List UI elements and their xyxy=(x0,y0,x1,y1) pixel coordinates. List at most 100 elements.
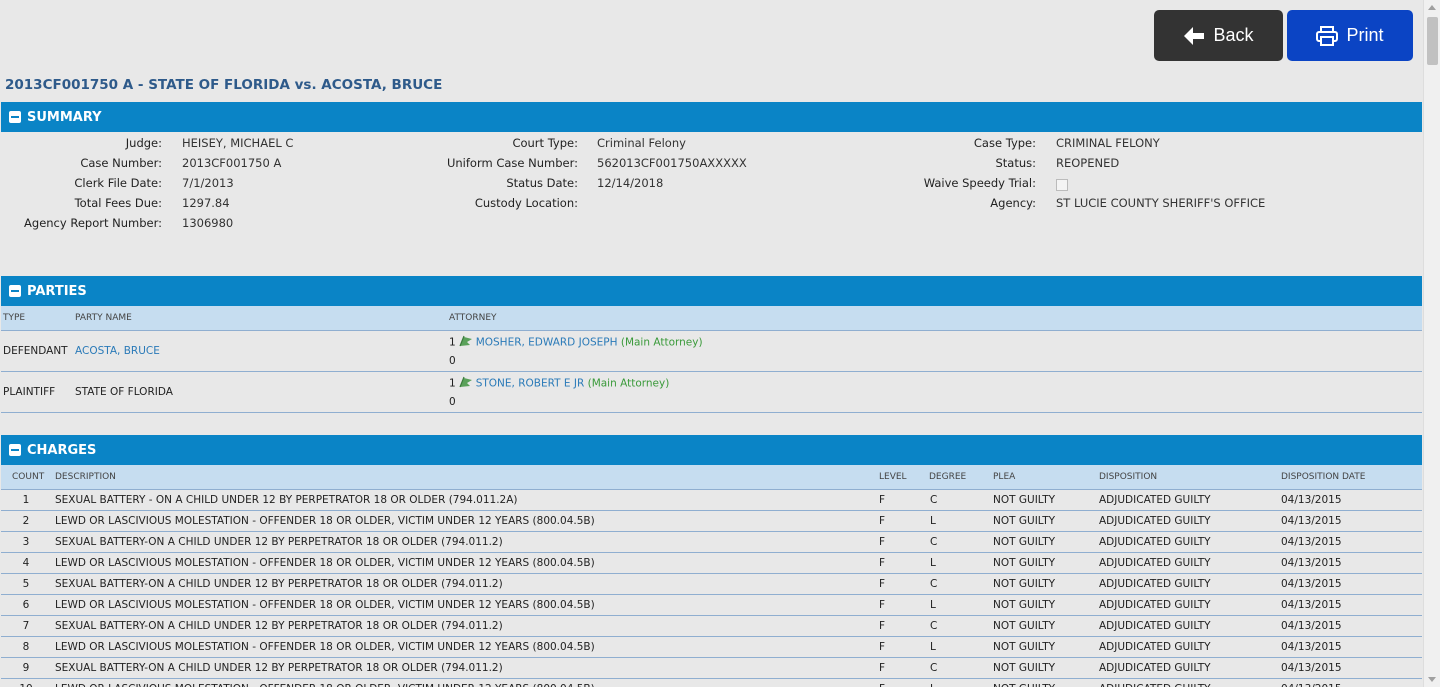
summary-label: Status: xyxy=(995,156,1036,170)
charges-section: CHARGES COUNT DESCRIPTION LEVEL DEGREE P… xyxy=(1,435,1422,687)
charge-disposition: ADJUDICATED GUILTY xyxy=(1099,578,1211,590)
party-name: STATE OF FLORIDA xyxy=(75,386,173,398)
summary-value: Criminal Felony xyxy=(597,136,686,150)
charge-count: 5 xyxy=(22,578,30,590)
charge-count: 7 xyxy=(22,620,30,632)
charges-table-header: COUNT DESCRIPTION LEVEL DEGREE PLEA DISP… xyxy=(1,465,1422,490)
charge-disposition-date: 04/13/2015 xyxy=(1281,494,1342,506)
summary-label: Clerk File Date: xyxy=(74,176,162,190)
column-header-disposition-date[interactable]: DISPOSITION DATE xyxy=(1281,472,1365,482)
column-header-type[interactable]: TYPE xyxy=(3,313,25,323)
summary-value: CRIMINAL FELONY xyxy=(1056,136,1160,150)
attorney-name[interactable]: MOSHER, EDWARD JOSEPH xyxy=(476,337,618,349)
charge-plea: NOT GUILTY xyxy=(993,515,1056,527)
charge-plea: NOT GUILTY xyxy=(993,641,1056,653)
charge-degree: C xyxy=(930,536,938,548)
charge-count: 2 xyxy=(22,515,30,527)
charge-disposition-date: 04/13/2015 xyxy=(1281,683,1342,687)
charge-plea: NOT GUILTY xyxy=(993,557,1056,569)
summary-header-label: SUMMARY xyxy=(27,109,102,125)
charge-disposition-date: 04/13/2015 xyxy=(1281,620,1342,632)
charge-disposition: ADJUDICATED GUILTY xyxy=(1099,620,1211,632)
parties-header[interactable]: PARTIES xyxy=(1,276,1422,306)
charge-level: F xyxy=(879,578,886,590)
charges-header-label: CHARGES xyxy=(27,442,97,458)
table-row: 1 SEXUAL BATTERY - ON A CHILD UNDER 12 BY… xyxy=(1,490,1422,511)
charge-description: LEWD OR LASCIVIOUS MOLESTATION - OFFENDE… xyxy=(55,599,595,611)
charge-disposition: ADJUDICATED GUILTY xyxy=(1099,599,1211,611)
scroll-up-icon[interactable] xyxy=(1428,5,1436,10)
charge-disposition-date: 04/13/2015 xyxy=(1281,641,1342,653)
charge-degree: L xyxy=(930,641,936,653)
charge-disposition: ADJUDICATED GUILTY xyxy=(1099,557,1211,569)
attorney-count: 0 xyxy=(449,355,456,367)
charge-description: SEXUAL BATTERY-ON A CHILD UNDER 12 BY PE… xyxy=(55,536,503,548)
charge-description: LEWD OR LASCIVIOUS MOLESTATION - OFFENDE… xyxy=(55,515,595,527)
summary-value: 2013CF001750 A xyxy=(182,156,282,170)
column-header-attorney[interactable]: ATTORNEY xyxy=(449,313,497,323)
summary-value: 1306980 xyxy=(182,216,234,230)
column-header-level[interactable]: LEVEL xyxy=(879,472,907,482)
parties-table-header: TYPE PARTY NAME ATTORNEY xyxy=(1,306,1422,331)
printer-icon xyxy=(1316,25,1339,46)
vertical-scrollbar[interactable] xyxy=(1423,0,1440,687)
table-row: DEFENDANT ACOSTA, BRUCE 1 MOSHER, EDWARD JO… xyxy=(1,331,1422,372)
charge-disposition: ADJUDICATED GUILTY xyxy=(1099,641,1211,653)
column-header-degree[interactable]: DEGREE xyxy=(929,472,966,482)
charge-plea: NOT GUILTY xyxy=(993,620,1056,632)
attorney-name[interactable]: STONE, ROBERT E JR xyxy=(476,378,585,390)
charge-level: F xyxy=(879,536,886,548)
charge-plea: NOT GUILTY xyxy=(993,578,1056,590)
table-row: PLAINTIFF STATE OF FLORIDA 1 STONE, ROBERT … xyxy=(1,372,1422,413)
charge-disposition: ADJUDICATED GUILTY xyxy=(1099,662,1211,674)
print-button-label: Print xyxy=(1346,25,1384,45)
summary-value: ST LUCIE COUNTY SHERIFF'S OFFICE xyxy=(1056,196,1266,210)
summary-label: Custody Location: xyxy=(474,196,578,210)
summary-value: 562013CF001750AXXXXX xyxy=(597,156,747,170)
attorney-number: 1 xyxy=(449,336,456,349)
summary-label: Status Date: xyxy=(506,176,578,190)
collapse-icon[interactable] xyxy=(9,444,21,456)
flag-icon xyxy=(458,376,474,391)
charges-header[interactable]: CHARGES xyxy=(1,435,1422,465)
charge-disposition-date: 04/13/2015 xyxy=(1281,515,1342,527)
parties-table-body: DEFENDANT ACOSTA, BRUCE 1 MOSHER, EDWARD JO… xyxy=(1,331,1422,413)
column-header-plea[interactable]: PLEA xyxy=(993,472,1015,482)
summary-value: HEISEY, MICHAEL C xyxy=(182,136,294,150)
charge-disposition-date: 04/13/2015 xyxy=(1281,662,1342,674)
charge-degree: L xyxy=(930,557,936,569)
column-header-disposition[interactable]: DISPOSITION xyxy=(1099,472,1157,482)
party-name[interactable]: ACOSTA, BRUCE xyxy=(75,345,160,357)
charge-level: F xyxy=(879,662,886,674)
charge-description: LEWD OR LASCIVIOUS MOLESTATION - OFFENDE… xyxy=(55,557,595,569)
column-header-party-name[interactable]: PARTY NAME xyxy=(75,313,132,323)
charge-count: 9 xyxy=(22,662,30,674)
summary-header[interactable]: SUMMARY xyxy=(1,102,1422,132)
table-row: 2 LEWD OR LASCIVIOUS MOLESTATION - OFFEND… xyxy=(1,511,1422,532)
attorney-line: 1 MOSHER, EDWARD JOSEPH (Main Attorney) xyxy=(449,335,703,350)
charge-description: SEXUAL BATTERY-ON A CHILD UNDER 12 BY PE… xyxy=(55,578,503,590)
charge-level: F xyxy=(879,683,885,687)
waive-speedy-trial-checkbox[interactable] xyxy=(1056,179,1068,191)
charge-level: F xyxy=(879,557,886,569)
charge-level: F xyxy=(879,494,886,506)
table-row: 8 LEWD OR LASCIVIOUS MOLESTATION - OFFEND… xyxy=(1,637,1422,658)
collapse-icon[interactable] xyxy=(9,111,21,123)
charge-degree: L xyxy=(930,599,936,611)
column-header-count[interactable]: COUNT xyxy=(12,472,44,482)
table-row: 7 SEXUAL BATTERY-ON A CHILD UNDER 12 BY P… xyxy=(1,616,1422,637)
charge-degree: C xyxy=(930,494,938,506)
print-button[interactable]: Print xyxy=(1287,10,1413,61)
charge-plea: NOT GUILTY xyxy=(993,683,1055,687)
scroll-down-icon[interactable] xyxy=(1428,677,1436,682)
scroll-thumb[interactable] xyxy=(1427,17,1438,65)
charge-disposition: ADJUDICATED GUILTY xyxy=(1099,515,1211,527)
charge-disposition-date: 04/13/2015 xyxy=(1281,599,1342,611)
charge-degree: C xyxy=(930,662,938,674)
column-header-description[interactable]: DESCRIPTION xyxy=(55,472,116,482)
charge-level: F xyxy=(879,599,886,611)
collapse-icon[interactable] xyxy=(9,285,21,297)
flag-icon xyxy=(458,335,474,350)
back-button[interactable]: Back xyxy=(1154,10,1283,61)
charge-disposition: ADJUDICATED GUILTY xyxy=(1099,536,1211,548)
